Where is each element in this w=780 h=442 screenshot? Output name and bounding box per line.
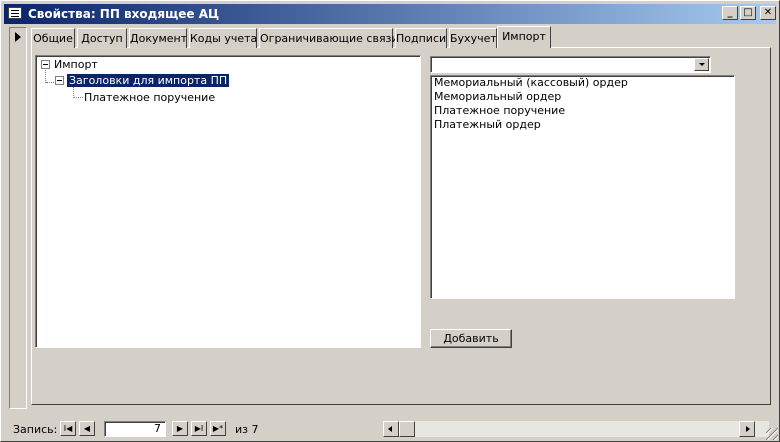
tree-node-payment-order[interactable]: Платежное поручение — [84, 90, 215, 105]
add-button[interactable]: Добавить — [430, 329, 512, 348]
tab-account-codes[interactable]: Коды учета — [189, 28, 257, 48]
collapse-icon[interactable] — [55, 76, 64, 85]
record-number-input[interactable]: 7 — [104, 421, 166, 437]
tab-import[interactable]: Импорт — [497, 26, 551, 48]
next-record-button[interactable]: ▶ — [172, 421, 188, 436]
tab-restricting-links[interactable]: Ограничивающие связи — [259, 28, 399, 48]
list-item[interactable]: Мемориальный (кассовый) ордер — [431, 76, 734, 90]
form-icon[interactable] — [8, 7, 22, 19]
current-record-icon — [15, 32, 21, 42]
new-record-button[interactable]: ▶* — [210, 421, 226, 436]
record-label: Запись: — [13, 423, 58, 436]
previous-record-button[interactable]: ◀ — [79, 421, 95, 436]
list-item[interactable]: Мемориальный ордер — [431, 90, 734, 104]
collapse-icon[interactable] — [41, 60, 50, 69]
tab-accounting[interactable]: Бухучет — [449, 28, 497, 48]
first-record-button[interactable]: I◀ — [60, 421, 76, 436]
record-count: из 7 — [235, 423, 259, 436]
document-type-combo[interactable] — [430, 56, 711, 73]
import-tree[interactable]: Импорт Заголовки для импорта ПП Платежно… — [35, 55, 421, 348]
tree-node-import-headers[interactable]: Заголовки для импорта ПП — [65, 73, 231, 88]
scroll-left-icon[interactable] — [383, 421, 399, 437]
close-button[interactable]: ✕ — [760, 6, 776, 20]
tab-general[interactable]: Общие — [31, 28, 75, 48]
tree-connector — [73, 97, 83, 98]
tab-signatures[interactable]: Подписи — [395, 28, 447, 48]
list-item[interactable]: Платежный ордер — [431, 118, 734, 132]
tab-document[interactable]: Документ — [129, 28, 187, 48]
chevron-down-icon[interactable] — [694, 58, 709, 71]
title-bar[interactable]: Свойства: ПП входящее АЦ _ □ ✕ — [4, 4, 776, 24]
window-title: Свойства: ПП входящее АЦ — [28, 7, 220, 21]
horizontal-scrollbar[interactable] — [383, 421, 769, 437]
properties-window: Свойства: ПП входящее АЦ _ □ ✕ Общие Дос… — [0, 0, 780, 442]
record-navigation-bar: Запись: I◀ ◀ 7 ▶ ▶I ▶* из 7 — [9, 420, 771, 438]
tab-access[interactable]: Доступ — [77, 28, 127, 48]
list-item[interactable]: Платежное поручение — [431, 104, 734, 118]
scroll-right-icon[interactable] — [739, 421, 755, 437]
document-type-list[interactable]: Мемориальный (кассовый) ордер Мемориальн… — [430, 75, 735, 299]
record-selector[interactable] — [9, 27, 27, 409]
tree-node-import[interactable]: Импорт — [54, 57, 98, 72]
maximize-button[interactable]: □ — [740, 6, 756, 20]
scroll-thumb[interactable] — [399, 421, 415, 437]
tree-row-wrapper: Заголовки для импорта ПП — [65, 73, 231, 88]
resize-grip-icon[interactable] — [766, 428, 778, 440]
minimize-button[interactable]: _ — [722, 6, 738, 20]
last-record-button[interactable]: ▶I — [191, 421, 207, 436]
